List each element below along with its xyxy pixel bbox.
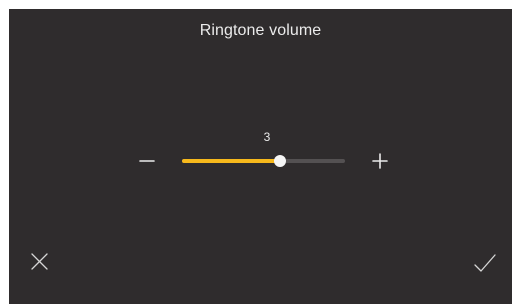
slider-fill — [182, 159, 280, 163]
increase-volume-button[interactable] — [366, 150, 394, 172]
decrease-volume-button[interactable] — [133, 150, 161, 172]
slider-track[interactable] — [182, 159, 345, 163]
plus-icon — [372, 153, 388, 169]
ringtone-volume-dialog: Ringtone volume 3 — [9, 9, 512, 304]
slider-thumb[interactable] — [273, 155, 286, 167]
cancel-button[interactable] — [25, 245, 57, 277]
close-icon — [31, 253, 48, 270]
checkmark-icon — [474, 254, 496, 272]
volume-slider[interactable] — [179, 150, 348, 172]
volume-value-label: 3 — [263, 130, 271, 144]
confirm-button[interactable] — [467, 245, 501, 277]
dialog-title: Ringtone volume — [199, 22, 322, 39]
minus-icon — [139, 160, 155, 162]
